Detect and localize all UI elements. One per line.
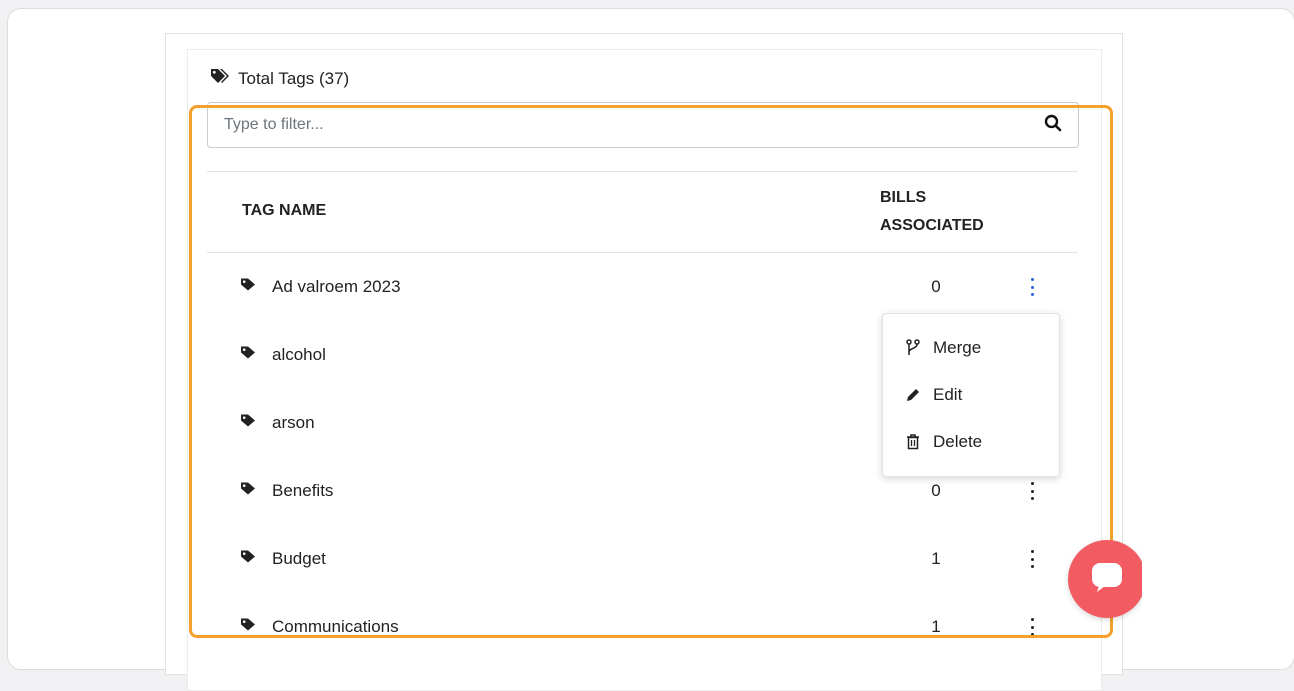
tag-icon — [240, 346, 256, 365]
kebab-icon[interactable] — [1027, 482, 1037, 500]
tag-icon — [240, 278, 256, 297]
search-input[interactable] — [208, 103, 1028, 147]
tag-icon — [240, 414, 256, 433]
tag-name: Ad valroem 2023 — [272, 277, 401, 296]
total-tags-label: Total Tags (37) — [238, 68, 350, 88]
kebab-icon[interactable] — [1027, 618, 1037, 636]
bills-count: 0 — [931, 277, 941, 296]
tag-name: Communications — [272, 617, 399, 636]
merge-menu-item[interactable]: Merge — [883, 326, 1059, 370]
table-top-divider — [207, 171, 1078, 172]
merge-icon — [903, 339, 923, 357]
chat-launcher-button[interactable] — [1068, 540, 1146, 618]
column-header-tag-name[interactable]: TAG NAME — [242, 198, 326, 224]
edit-label: Edit — [933, 385, 963, 404]
column-header-bills-line2[interactable]: ASSOCIATED — [880, 213, 984, 239]
bills-count: 1 — [931, 549, 941, 568]
delete-label: Delete — [933, 432, 983, 451]
page-edge-mask — [1142, 520, 1294, 650]
pencil-icon — [903, 387, 923, 403]
tag-icon — [240, 482, 256, 501]
tag-name: alcohol — [272, 345, 326, 364]
table-row: Communications 1 — [207, 593, 1078, 661]
table-row: Ad valroem 2023 0 — [207, 253, 1078, 321]
row-actions-menu: Merge Edit Delete — [882, 313, 1060, 477]
bills-count: 1 — [931, 617, 941, 636]
tag-icon — [240, 618, 256, 637]
tag-name: Budget — [272, 549, 326, 568]
tag-icon — [240, 550, 256, 569]
kebab-icon[interactable] — [1027, 550, 1037, 568]
kebab-icon[interactable] — [1027, 278, 1037, 296]
edit-menu-item[interactable]: Edit — [883, 373, 1059, 417]
tags-icon — [210, 68, 232, 89]
trash-icon — [903, 434, 923, 450]
search-button[interactable] — [1028, 103, 1078, 147]
bills-count: 0 — [931, 481, 941, 500]
tag-name: arson — [272, 413, 315, 432]
chat-icon — [1089, 560, 1125, 599]
merge-label: Merge — [933, 338, 982, 357]
table-row: Budget 1 — [207, 525, 1078, 593]
search-box — [207, 102, 1079, 148]
search-icon — [1044, 114, 1062, 137]
column-header-bills-line1[interactable]: BILLS — [880, 185, 926, 211]
delete-menu-item[interactable]: Delete — [883, 420, 1059, 464]
tag-name: Benefits — [272, 481, 334, 500]
card-title: Total Tags (37) — [210, 68, 349, 89]
